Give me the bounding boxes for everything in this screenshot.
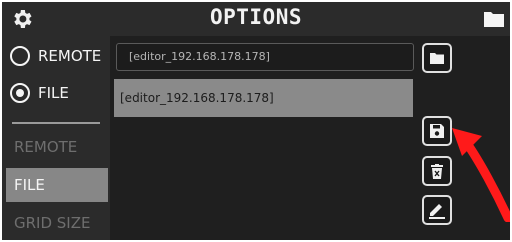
radio-file-circle[interactable] [10,83,30,103]
delete-icon [431,163,443,179]
sidebar-item-file[interactable]: FILE [6,168,108,202]
folder-icon[interactable] [484,10,504,27]
path-input[interactable]: [editor_192.168.178.178] [116,43,414,71]
options-dialog: OPTIONS REMOTE FILE REMOTE FILE GRID SIZ… [2,2,510,240]
save-icon [430,124,444,138]
radio-file[interactable]: FILE [10,80,69,106]
radio-remote-circle[interactable] [10,46,30,66]
red-arrow-annotation [452,128,510,222]
sidebar-item-remote[interactable]: REMOTE [6,130,108,164]
radio-remote-label: REMOTE [38,47,102,65]
pencil-icon [429,204,445,219]
browse-folder-button[interactable] [422,43,452,73]
sidebar-item-grid-size[interactable]: GRID SIZE [6,206,108,240]
page-title: OPTIONS [209,5,302,29]
radio-remote[interactable]: REMOTE [10,43,101,69]
folder-icon [430,53,444,64]
header-bar: OPTIONS [2,2,510,36]
list-item[interactable]: [editor_192.168.178.178] [114,79,413,117]
radio-file-label: FILE [38,84,69,102]
sidebar-divider [12,122,100,124]
sidebar: REMOTE FILE REMOTE FILE GRID SIZE [2,36,110,240]
